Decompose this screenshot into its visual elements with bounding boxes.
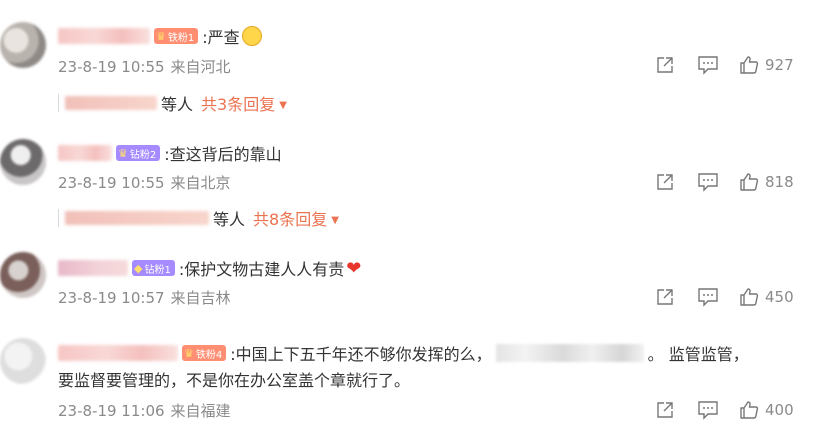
- forward-icon: [657, 174, 673, 190]
- dropdown-arrow-icon: ▼: [279, 100, 287, 111]
- username[interactable]: [58, 145, 112, 161]
- forward-icon: [657, 289, 673, 305]
- sub-replies: 等人 共8条回复 ▼: [58, 206, 339, 230]
- forward-button[interactable]: [655, 287, 675, 307]
- forward-icon: [657, 57, 673, 73]
- like-button[interactable]: 400: [739, 400, 794, 420]
- location: 来自吉林: [170, 289, 231, 307]
- comment-button[interactable]: [697, 55, 719, 75]
- like-icon: [740, 56, 759, 74]
- timestamp: 23-8-19 10:55: [58, 58, 165, 76]
- reply-usernames[interactable]: [65, 96, 157, 110]
- comment-text: :保护文物古建人人有责: [178, 260, 345, 279]
- fan-badge[interactable]: ◆ 钻粉1: [132, 260, 175, 276]
- comment-icon: [698, 56, 718, 75]
- like-icon: [740, 401, 759, 419]
- avatar[interactable]: [0, 22, 46, 68]
- comment-icon: [698, 173, 718, 192]
- sub-replies: 等人 共3条回复 ▼: [58, 91, 287, 115]
- fan-badge[interactable]: ♛ 铁粉4: [182, 345, 227, 361]
- username[interactable]: [58, 260, 128, 276]
- crown-icon: ♛: [156, 29, 166, 43]
- like-count: 400: [765, 401, 794, 419]
- like-count: 927: [765, 56, 794, 74]
- forward-button[interactable]: [655, 400, 675, 420]
- comment-button[interactable]: [697, 400, 719, 420]
- reply-usernames[interactable]: [65, 211, 209, 225]
- location: 来自河北: [170, 58, 231, 76]
- like-count: 818: [765, 173, 794, 191]
- comment-button[interactable]: [697, 287, 719, 307]
- expand-replies-link[interactable]: 共8条回复 ▼: [253, 206, 339, 230]
- crown-icon: ♛: [118, 146, 128, 160]
- fan-badge[interactable]: ♛ 钻粉2: [116, 145, 161, 161]
- forward-button[interactable]: [655, 172, 675, 192]
- comment-button[interactable]: [697, 172, 719, 192]
- forward-button[interactable]: [655, 55, 675, 75]
- comment-text-part2: 。 监管监管，: [647, 345, 749, 364]
- diamond-icon: ◆: [134, 261, 143, 275]
- fan-badge[interactable]: ♛ 铁粉1: [154, 28, 199, 44]
- comment-text: :查这背后的靠山: [164, 145, 282, 164]
- timestamp: 23-8-19 11:06: [58, 402, 165, 420]
- like-icon: [740, 288, 759, 306]
- like-icon: [740, 173, 759, 191]
- forward-icon: [657, 402, 673, 418]
- timestamp: 23-8-19 10:55: [58, 174, 165, 192]
- username[interactable]: [58, 345, 178, 361]
- comment-text: :严查: [202, 28, 240, 47]
- redacted-text: [495, 344, 644, 362]
- comment-text-part1: :中国上下五千年还不够你发挥的么，: [230, 345, 492, 364]
- location: 来自北京: [170, 174, 231, 192]
- avatar[interactable]: [0, 252, 46, 298]
- location: 来自福建: [170, 402, 231, 420]
- like-button[interactable]: 450: [739, 287, 794, 307]
- thinking-emoji-icon: [241, 26, 262, 46]
- avatar[interactable]: [0, 338, 46, 384]
- comment-icon: [698, 288, 718, 307]
- comment-icon: [698, 401, 718, 420]
- timestamp: 23-8-19 10:57: [58, 289, 165, 307]
- crown-icon: ♛: [184, 346, 194, 360]
- dropdown-arrow-icon: ▼: [331, 215, 339, 226]
- like-count: 450: [765, 288, 794, 306]
- expand-replies-link[interactable]: 共3条回复 ▼: [201, 91, 287, 115]
- username[interactable]: [58, 28, 150, 44]
- like-button[interactable]: 818: [739, 172, 794, 192]
- comment-text-line2: 要监督要管理的，不是你在办公室盖个章就行了。: [58, 371, 411, 390]
- heart-icon: ❤: [346, 257, 362, 279]
- avatar[interactable]: [0, 139, 46, 185]
- like-button[interactable]: 927: [739, 55, 794, 75]
